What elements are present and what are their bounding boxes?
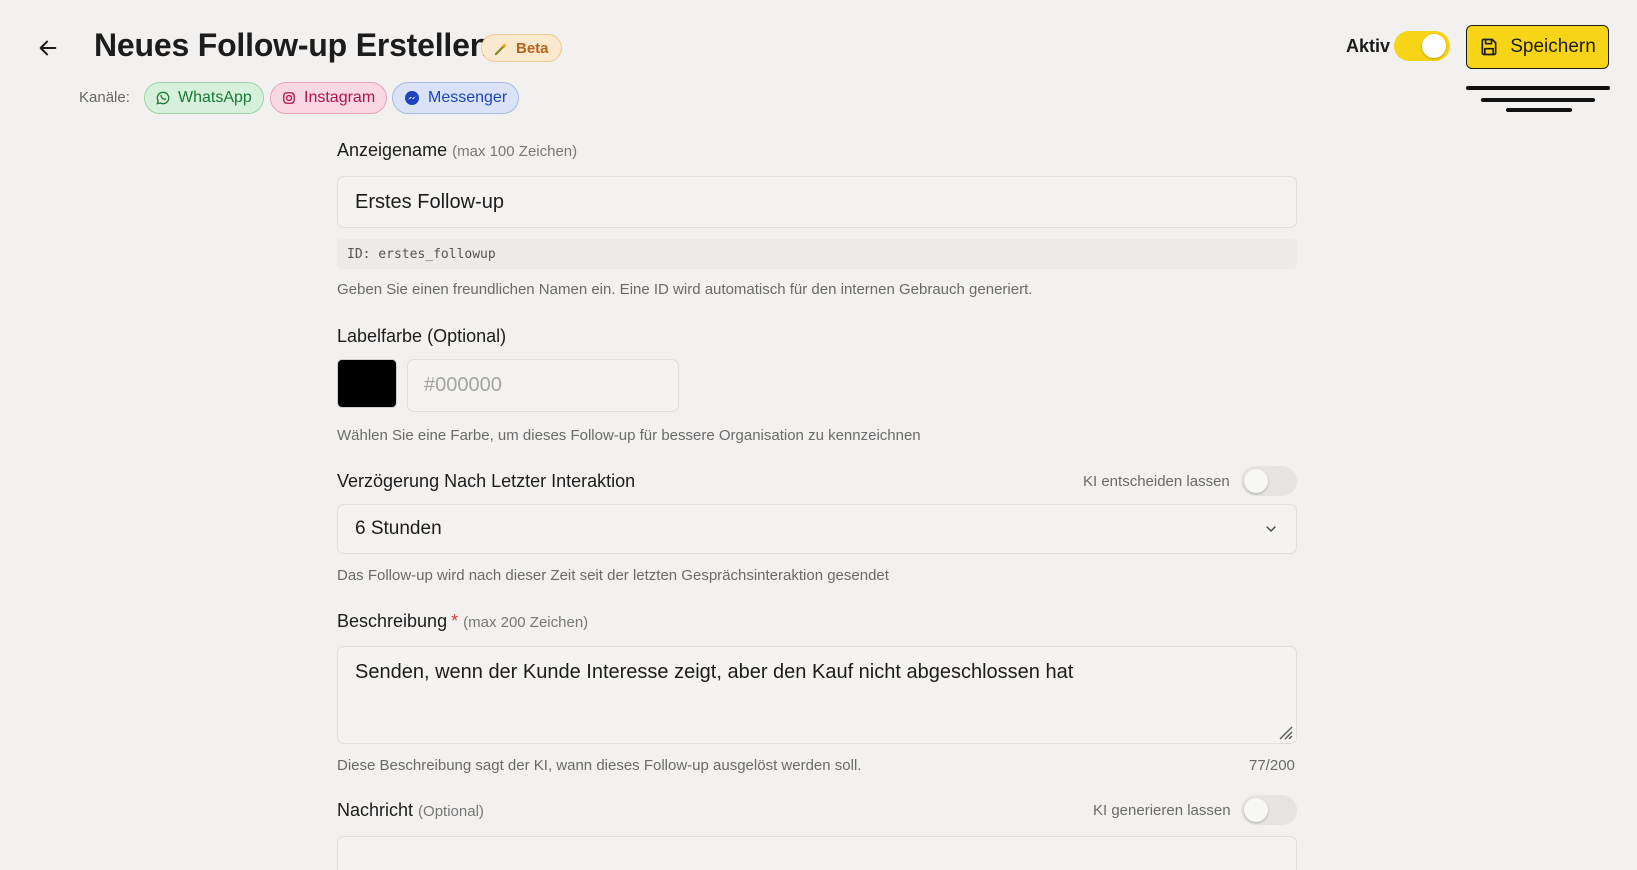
decorative-line bbox=[1506, 108, 1572, 112]
save-button[interactable]: Speichern bbox=[1466, 25, 1609, 69]
display-name-help: Geben Sie einen freundlichen Namen ein. … bbox=[337, 281, 1033, 298]
message-label-text: Nachricht bbox=[337, 800, 414, 820]
back-button[interactable] bbox=[30, 30, 66, 66]
description-textarea[interactable]: Senden, wenn der Kunde Interesse zeigt, … bbox=[337, 646, 1297, 744]
channel-chip-whatsapp[interactable]: WhatsApp bbox=[144, 82, 264, 114]
delay-help: Das Follow-up wird nach dieser Zeit seit… bbox=[337, 567, 889, 584]
channel-chip-label: Messenger bbox=[428, 89, 508, 106]
message-hint: (Optional) bbox=[418, 803, 484, 820]
color-hex-placeholder: #000000 bbox=[424, 374, 502, 396]
description-hint: (max 200 Zeichen) bbox=[463, 614, 589, 631]
toggle-knob bbox=[1244, 469, 1268, 493]
description-help: Diese Beschreibung sagt der KI, wann die… bbox=[337, 757, 862, 774]
resize-grip-icon[interactable] bbox=[1276, 723, 1294, 741]
description-label: Beschreibung * (max 200 Zeichen) bbox=[337, 611, 588, 632]
required-mark: * bbox=[451, 611, 459, 631]
color-hex-input[interactable]: #000000 bbox=[407, 359, 679, 412]
color-swatch[interactable] bbox=[337, 359, 397, 408]
description-value: Senden, wenn der Kunde Interesse zeigt, … bbox=[355, 661, 1074, 683]
message-textarea[interactable] bbox=[337, 836, 1297, 870]
channels-label: Kanäle: bbox=[79, 89, 130, 106]
display-name-label-text: Anzeigename bbox=[337, 140, 448, 160]
message-label: Nachricht (Optional) bbox=[337, 800, 484, 821]
channel-chip-instagram[interactable]: Instagram bbox=[270, 82, 388, 114]
message-ai-toggle-label: KI generieren lassen bbox=[1093, 802, 1231, 819]
description-label-text: Beschreibung bbox=[337, 611, 448, 631]
delay-selected-value: 6 Stunden bbox=[355, 518, 442, 539]
decorative-line bbox=[1466, 86, 1610, 90]
description-counter: 77/200 bbox=[1249, 757, 1295, 774]
delay-label: Verzögerung Nach Letzter Interaktion bbox=[337, 471, 636, 491]
delay-ai-toggle[interactable] bbox=[1241, 466, 1297, 496]
magic-wand-icon bbox=[494, 42, 508, 55]
whatsapp-icon bbox=[156, 91, 170, 105]
delay-select[interactable]: 6 Stunden bbox=[337, 504, 1297, 554]
arrow-left-icon bbox=[39, 40, 57, 56]
channel-chip-messenger[interactable]: Messenger bbox=[392, 82, 520, 114]
beta-badge: Beta bbox=[481, 34, 562, 62]
display-name-hint: (max 100 Zeichen) bbox=[452, 143, 578, 160]
display-name-input[interactable]: Erstes Follow-up bbox=[337, 176, 1297, 228]
display-name-label: Anzeigename (max 100 Zeichen) bbox=[337, 140, 577, 161]
messenger-icon bbox=[405, 91, 419, 105]
decorative-line bbox=[1481, 98, 1595, 102]
chevron-down-icon bbox=[1266, 526, 1276, 532]
channel-chip-label: Instagram bbox=[304, 89, 376, 106]
instagram-icon bbox=[283, 92, 295, 104]
page-title: Neues Follow-up Erstellen bbox=[94, 27, 490, 63]
save-label: Speichern bbox=[1510, 36, 1596, 57]
active-label: Aktiv bbox=[1346, 36, 1391, 56]
toggle-knob bbox=[1244, 798, 1268, 822]
delay-ai-toggle-label: KI entscheiden lassen bbox=[1083, 473, 1230, 490]
toggle-knob bbox=[1422, 34, 1446, 58]
active-toggle[interactable] bbox=[1394, 31, 1450, 61]
beta-label: Beta bbox=[516, 39, 549, 57]
message-ai-toggle[interactable] bbox=[1241, 795, 1297, 825]
generated-id: ID: erstes_followup bbox=[337, 239, 1297, 269]
channel-chip-label: WhatsApp bbox=[178, 89, 252, 106]
label-color-help: Wählen Sie eine Farbe, um dieses Follow-… bbox=[337, 427, 921, 444]
save-icon bbox=[1481, 38, 1497, 56]
display-name-value: Erstes Follow-up bbox=[355, 190, 504, 213]
label-color-label: Labelfarbe (Optional) bbox=[337, 326, 507, 346]
